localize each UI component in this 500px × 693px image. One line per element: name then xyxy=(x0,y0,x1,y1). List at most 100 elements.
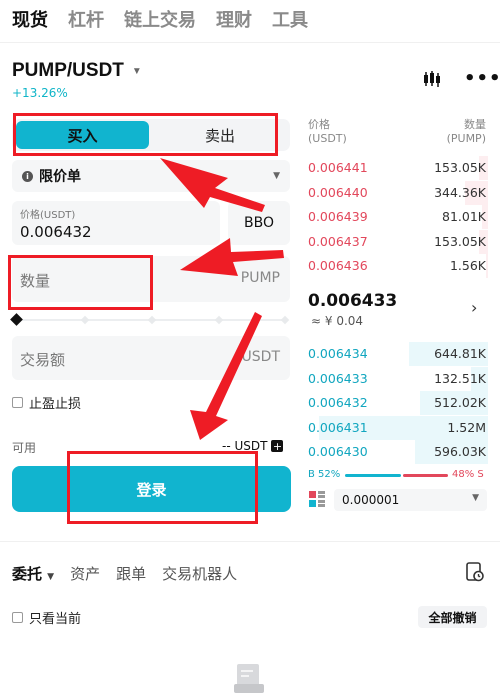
qty-header-label: 数量 xyxy=(464,118,486,131)
checkbox-icon xyxy=(12,397,23,408)
bid-row[interactable]: 0.006432 512.02K xyxy=(300,391,488,416)
bbo-button[interactable]: BBO xyxy=(228,201,290,245)
depth-view-icon[interactable] xyxy=(309,491,325,507)
slider-step[interactable] xyxy=(80,315,90,325)
candlestick-chart-icon[interactable] xyxy=(422,70,442,88)
tab-assets[interactable]: 资产 xyxy=(70,563,100,584)
chevron-down-icon: ▼ xyxy=(131,65,142,77)
order-history-icon[interactable] xyxy=(466,562,484,582)
bid-price: 0.006430 xyxy=(308,444,368,460)
bid-row[interactable]: 0.006433 132.51K xyxy=(300,366,488,391)
pair-selector[interactable]: PUMP/USDT ▼ xyxy=(12,60,142,82)
qty-header-unit: (PUMP) xyxy=(446,132,486,145)
orderbook-price-header: 价格 (USDT) xyxy=(308,118,347,146)
chevron-down-icon: ▼ xyxy=(44,572,55,582)
sell-ratio-bar xyxy=(403,474,448,477)
buy-ratio-bar xyxy=(345,474,401,477)
cancel-all-button[interactable]: 全部撤销 xyxy=(418,606,487,628)
section-divider xyxy=(0,541,500,542)
ask-price: 0.006439 xyxy=(308,209,368,225)
price-value: 0.006432 xyxy=(20,223,92,241)
chevron-right-icon[interactable]: › xyxy=(471,298,477,317)
price-header-label: 价格 xyxy=(308,118,330,131)
ask-row[interactable]: 0.006436 1.56K xyxy=(300,254,488,279)
checkbox-icon xyxy=(12,612,23,623)
bid-qty: 1.52M xyxy=(447,419,486,435)
tab-earn[interactable]: 理财 xyxy=(216,6,252,32)
tpsl-checkbox[interactable]: 止盈止损 xyxy=(12,393,81,412)
ask-price: 0.006440 xyxy=(308,184,368,200)
slider-step[interactable] xyxy=(280,315,290,325)
tab-orders-label: 委托 xyxy=(12,565,43,583)
bottom-tabs: 委托 ▼ 资产 跟单 交易机器人 xyxy=(12,563,237,584)
ask-qty: 153.05K xyxy=(434,160,486,175)
bid-qty: 596.03K xyxy=(434,444,486,460)
ask-price: 0.006441 xyxy=(308,160,368,175)
amount-unit: USDT xyxy=(241,349,280,365)
price-input[interactable]: 价格(USDT) 0.006432 xyxy=(12,201,220,245)
tab-spot[interactable]: 现货 xyxy=(12,6,48,32)
chevron-down-icon: ▼ xyxy=(273,171,280,181)
bid-price: 0.006433 xyxy=(308,370,368,386)
orderbook-qty-header: 数量 (PUMP) xyxy=(420,118,486,146)
bid-price: 0.006434 xyxy=(308,346,368,361)
order-type-select[interactable]: i 限价单 ▼ xyxy=(12,160,290,192)
only-current-label: 只看当前 xyxy=(29,612,82,627)
tab-tools[interactable]: 工具 xyxy=(272,6,308,32)
available-label: 可用 xyxy=(12,441,37,455)
slider-handle[interactable] xyxy=(10,313,23,326)
ask-price: 0.006437 xyxy=(308,233,368,249)
empty-state-icon xyxy=(234,664,264,693)
bid-price: 0.006432 xyxy=(308,395,368,411)
bid-price: 0.006431 xyxy=(308,419,368,435)
tab-onchain[interactable]: 链上交易 xyxy=(124,6,196,32)
price-label: 价格(USDT) xyxy=(20,210,76,221)
info-icon: i xyxy=(22,170,33,182)
last-price: 0.006433 xyxy=(308,291,398,311)
top-divider xyxy=(0,42,500,43)
chevron-down-icon: ▼ xyxy=(472,493,479,503)
ask-qty: 344.36K xyxy=(434,184,486,200)
bid-row[interactable]: 0.006434 644.81K xyxy=(300,342,488,366)
only-current-checkbox[interactable]: 只看当前 xyxy=(12,608,81,627)
bid-row[interactable]: 0.006431 1.52M xyxy=(300,415,488,440)
amount-placeholder: 交易额 xyxy=(20,351,66,369)
depth-bar xyxy=(486,254,488,279)
precision-select[interactable]: 0.000001 ▼ xyxy=(334,489,487,511)
annotation-box-toggle xyxy=(13,113,278,156)
ask-qty: 1.56K xyxy=(449,258,486,274)
plus-icon[interactable]: + xyxy=(271,440,284,452)
bid-qty: 644.81K xyxy=(434,346,486,361)
tab-copy-trading[interactable]: 跟单 xyxy=(116,563,146,584)
quantity-unit: PUMP xyxy=(240,270,280,286)
pair-symbol: PUMP/USDT xyxy=(12,60,124,81)
ask-row[interactable]: 0.006440 344.36K xyxy=(300,180,488,205)
ask-qty: 153.05K xyxy=(434,233,486,249)
ask-qty: 81.01K xyxy=(442,209,486,225)
annotation-box-quantity xyxy=(8,255,153,310)
top-tabs: 现货 杠杆 链上交易 理财 工具 xyxy=(12,6,308,32)
precision-value: 0.000001 xyxy=(342,493,400,507)
annotation-box-login xyxy=(67,451,258,524)
tab-margin[interactable]: 杠杆 xyxy=(68,6,104,32)
slider-step[interactable] xyxy=(147,315,157,325)
price-header-unit: (USDT) xyxy=(308,132,347,145)
sell-ratio: 48% S xyxy=(452,469,484,480)
ask-row[interactable]: 0.006441 153.05K xyxy=(300,156,488,180)
tab-trading-bots[interactable]: 交易机器人 xyxy=(162,563,237,584)
buy-ratio: B 52% xyxy=(308,469,341,480)
ask-row[interactable]: 0.006437 153.05K xyxy=(300,229,488,254)
bid-row[interactable]: 0.006430 596.03K xyxy=(300,440,488,465)
slider-step[interactable] xyxy=(214,315,224,325)
tpsl-label: 止盈止损 xyxy=(29,397,82,412)
amount-input[interactable]: 交易额 USDT xyxy=(12,336,290,380)
price-change: +13.26% xyxy=(12,86,68,100)
order-type-label: 限价单 xyxy=(39,169,81,185)
bid-qty: 132.51K xyxy=(434,370,486,386)
ask-price: 0.006436 xyxy=(308,258,368,274)
bid-qty: 512.02K xyxy=(434,395,486,411)
ask-row[interactable]: 0.006439 81.01K xyxy=(300,205,488,230)
tab-orders[interactable]: 委托 ▼ xyxy=(12,563,54,584)
more-icon[interactable]: ••• xyxy=(464,68,500,89)
last-price-cny: ≈ ¥ 0.04 xyxy=(311,314,364,328)
